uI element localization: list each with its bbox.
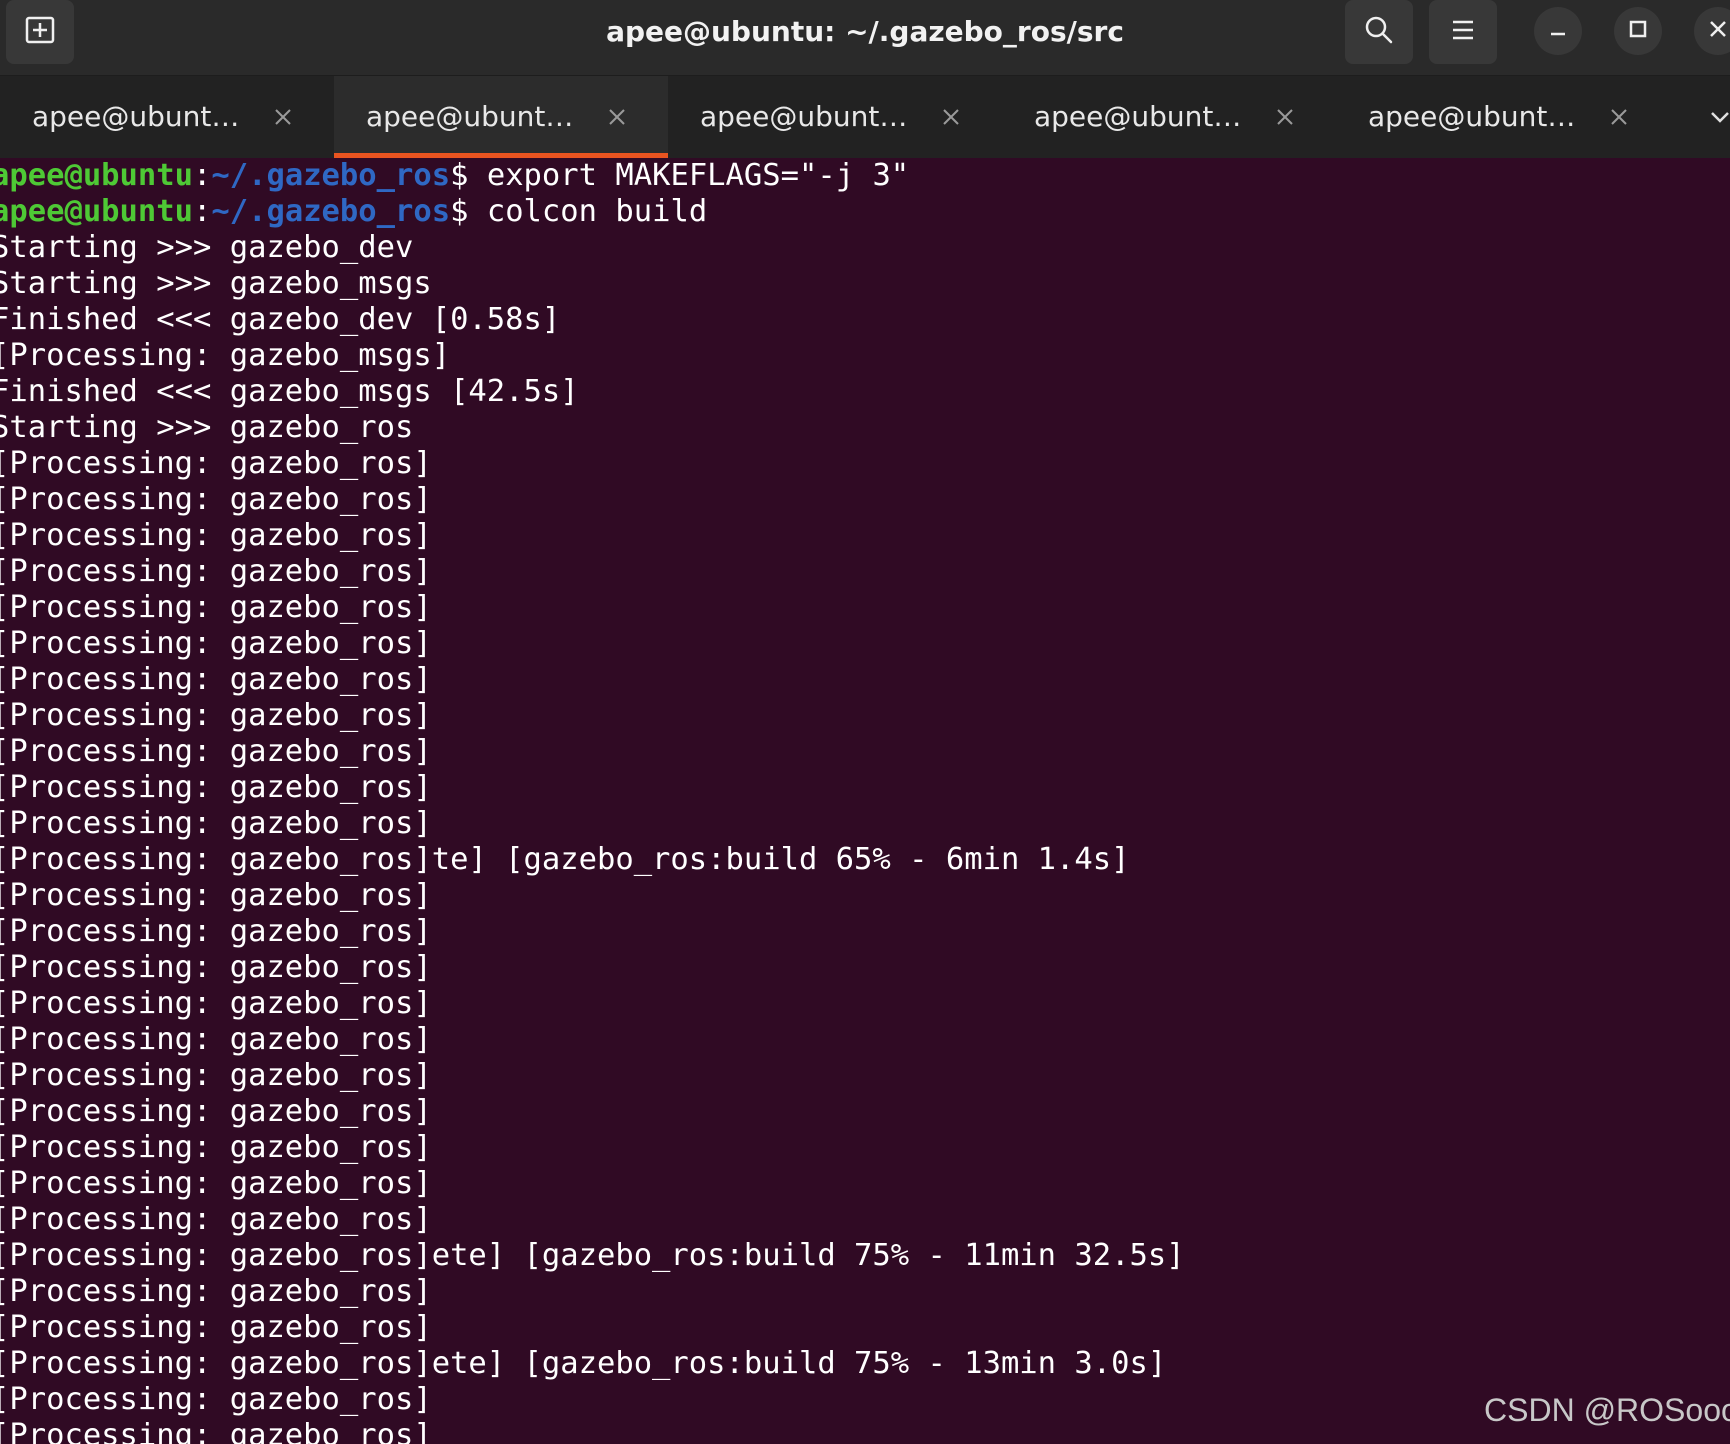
output-line: [Processing: gazebo_ros] xyxy=(0,986,432,1021)
minimize-button[interactable] xyxy=(1534,7,1582,55)
prompt-path: ~/.gazebo_ros xyxy=(211,158,451,193)
tab-label: apee@ubunt… xyxy=(32,100,240,133)
close-icon[interactable] xyxy=(602,102,632,132)
output-line: [Processing: gazebo_ros] xyxy=(0,662,432,697)
output-line: [Processing: gazebo_ros] xyxy=(0,1022,432,1057)
watermark: CSDN @ROSooo xyxy=(1484,1392,1730,1428)
tab-5[interactable]: apee@ubunt… xyxy=(1336,76,1670,158)
minimize-icon xyxy=(1548,19,1568,43)
chevron-down-icon[interactable] xyxy=(1705,102,1730,132)
output-line: [Processing: gazebo_ros]te] [gazebo_ros:… xyxy=(0,842,1130,877)
output-line: [Processing: gazebo_ros]ete] [gazebo_ros… xyxy=(0,1346,1167,1381)
output-line: [Processing: gazebo_ros] xyxy=(0,626,432,661)
prompt-colon: : xyxy=(193,158,212,193)
output-line: [Processing: gazebo_ros] xyxy=(0,590,432,625)
output-line: Finished <<< gazebo_dev [0.58s] xyxy=(0,302,561,337)
prompt-user: apee@ubuntu xyxy=(0,158,193,193)
tab-label: apee@ubunt… xyxy=(366,100,574,133)
output-line: [Processing: gazebo_msgs] xyxy=(0,338,451,373)
prompt-line: apee@ubuntu:~/.gazebo_ros$ colcon build xyxy=(0,194,1185,230)
output-line: [Processing: gazebo_ros] xyxy=(0,950,432,985)
tab-3[interactable]: apee@ubunt… xyxy=(668,76,1002,158)
output-line: [Processing: gazebo_ros] xyxy=(0,482,432,517)
output-line: [Processing: gazebo_ros] xyxy=(0,554,432,589)
hamburger-menu-icon xyxy=(1449,16,1477,48)
output-line: Starting >>> gazebo_ros xyxy=(0,410,414,445)
close-icon[interactable] xyxy=(268,102,298,132)
menu-button[interactable] xyxy=(1429,0,1497,64)
output-line: [Processing: gazebo_ros] xyxy=(0,770,432,805)
output-line: [Processing: gazebo_ros] xyxy=(0,1418,432,1444)
close-window-button[interactable] xyxy=(1694,7,1730,55)
output-line: Finished <<< gazebo_msgs [42.5s] xyxy=(0,374,579,409)
output-line: [Processing: gazebo_ros] xyxy=(0,446,432,481)
prompt-colon: : xyxy=(193,194,212,229)
tab-4[interactable]: apee@ubunt… xyxy=(1002,76,1336,158)
search-button[interactable] xyxy=(1345,0,1413,64)
close-icon[interactable] xyxy=(936,102,966,132)
header-bar: apee@ubuntu: ~/.gazebo_ros/src xyxy=(0,0,1730,76)
close-icon[interactable] xyxy=(1604,102,1634,132)
command-text: export MAKEFLAGS="-j 3" xyxy=(468,158,910,193)
prompt-symbol: $ xyxy=(450,194,469,229)
prompt-user: apee@ubuntu xyxy=(0,194,193,229)
output-line: [Processing: gazebo_ros] xyxy=(0,1166,432,1201)
new-tab-button[interactable] xyxy=(6,0,74,64)
terminal-output[interactable]: apee@ubuntu:~/.gazebo_ros$ export MAKEFL… xyxy=(0,158,1730,1444)
output-line: [Processing: gazebo_ros] xyxy=(0,806,432,841)
output-line: [Processing: gazebo_ros] xyxy=(0,1382,432,1417)
output-line: [Processing: gazebo_ros] xyxy=(0,518,432,553)
output-line: [Processing: gazebo_ros] xyxy=(0,914,432,949)
tab-1[interactable]: apee@ubunt… xyxy=(0,76,334,158)
close-icon[interactable] xyxy=(1270,102,1300,132)
output-line: Starting >>> gazebo_dev xyxy=(0,230,414,265)
tab-label: apee@ubunt… xyxy=(700,100,908,133)
maximize-icon xyxy=(1628,19,1648,43)
output-line: [Processing: gazebo_ros] xyxy=(0,1058,432,1093)
new-tab-icon xyxy=(23,13,57,51)
prompt-line: apee@ubuntu:~/.gazebo_ros$ export MAKEFL… xyxy=(0,158,1185,194)
output-line: [Processing: gazebo_ros] xyxy=(0,1094,432,1129)
tab-bar: apee@ubunt… apee@ubunt… apee@ubunt… apee@ub… xyxy=(0,76,1730,158)
command-text: colcon build xyxy=(468,194,708,229)
output-line: [Processing: gazebo_ros] xyxy=(0,698,432,733)
maximize-button[interactable] xyxy=(1614,7,1662,55)
output-line: [Processing: gazebo_ros] xyxy=(0,1130,432,1165)
tab-label: apee@ubunt… xyxy=(1368,100,1576,133)
output-line: [Processing: gazebo_ros] xyxy=(0,1202,432,1237)
output-line: [Processing: gazebo_ros] xyxy=(0,1274,432,1309)
terminal-lines: apee@ubuntu:~/.gazebo_ros$ export MAKEFL… xyxy=(0,158,1185,1444)
tab-2[interactable]: apee@ubunt… xyxy=(334,76,668,158)
close-icon xyxy=(1708,19,1728,43)
prompt-symbol: $ xyxy=(450,158,469,193)
output-line: [Processing: gazebo_ros] xyxy=(0,1310,432,1345)
output-line: [Processing: gazebo_ros]ete] [gazebo_ros… xyxy=(0,1238,1185,1273)
output-line: [Processing: gazebo_ros] xyxy=(0,734,432,769)
output-line: Starting >>> gazebo_msgs xyxy=(0,266,432,301)
tab-label: apee@ubunt… xyxy=(1034,100,1242,133)
output-line: [Processing: gazebo_ros] xyxy=(0,878,432,913)
search-icon xyxy=(1363,14,1395,50)
prompt-path: ~/.gazebo_ros xyxy=(211,194,451,229)
